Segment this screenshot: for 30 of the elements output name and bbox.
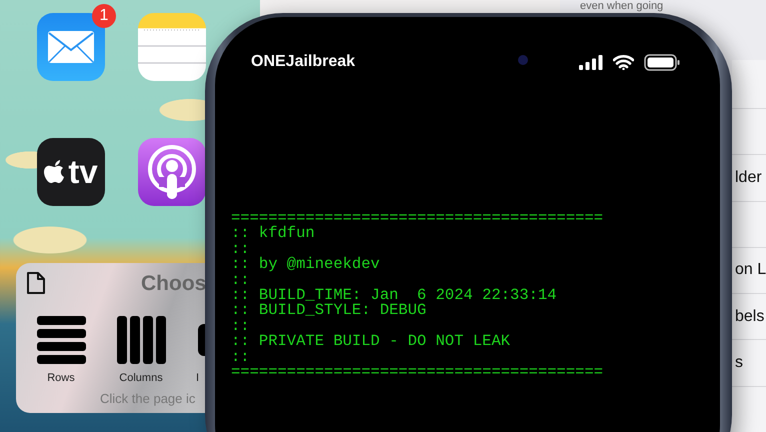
chooser-hint: Click the page ic xyxy=(100,391,196,406)
app-title: ONEJailbreak xyxy=(251,53,356,71)
terminal-line: :: xyxy=(231,242,251,258)
option-label[interactable]: I xyxy=(196,372,200,384)
terminal-line: :: PRIVATE BUILD - DO NOT LEAK xyxy=(231,334,512,350)
document-icon xyxy=(26,272,46,295)
wifi-icon xyxy=(613,54,634,70)
terminal-line: :: xyxy=(231,350,251,366)
columns-icon[interactable] xyxy=(116,316,166,364)
caption-text: even when going xyxy=(580,0,664,12)
terminal-line: :: BUILD_STYLE: DEBUG xyxy=(231,303,428,319)
signal-icon xyxy=(579,54,603,70)
option-label[interactable]: Columns xyxy=(119,372,163,384)
apple-logo-icon xyxy=(44,159,66,185)
terminal-line: :: BUILD_TIME: Jan 6 2024 22:33:14 xyxy=(231,288,558,304)
option-label[interactable]: Rows xyxy=(47,372,75,384)
terminal-line: ======================================== xyxy=(231,211,604,226)
rows-icon[interactable] xyxy=(36,316,86,364)
tv-app-icon[interactable]: tv xyxy=(37,138,105,206)
terminal-line: :: xyxy=(231,272,251,288)
app-label: tv xyxy=(68,153,98,191)
battery-icon xyxy=(644,54,680,70)
notification-badge: 1 xyxy=(92,4,116,28)
chooser-title: Choos xyxy=(141,272,206,296)
podcasts-app-icon[interactable] xyxy=(138,138,206,206)
terminal-line: :: kfdfun xyxy=(231,226,316,242)
terminal-line: :: by @mineekdev xyxy=(231,257,381,273)
terminal-line: :: xyxy=(231,318,251,334)
terminal-line: ======================================== xyxy=(231,365,604,380)
camera-dot xyxy=(518,55,528,65)
